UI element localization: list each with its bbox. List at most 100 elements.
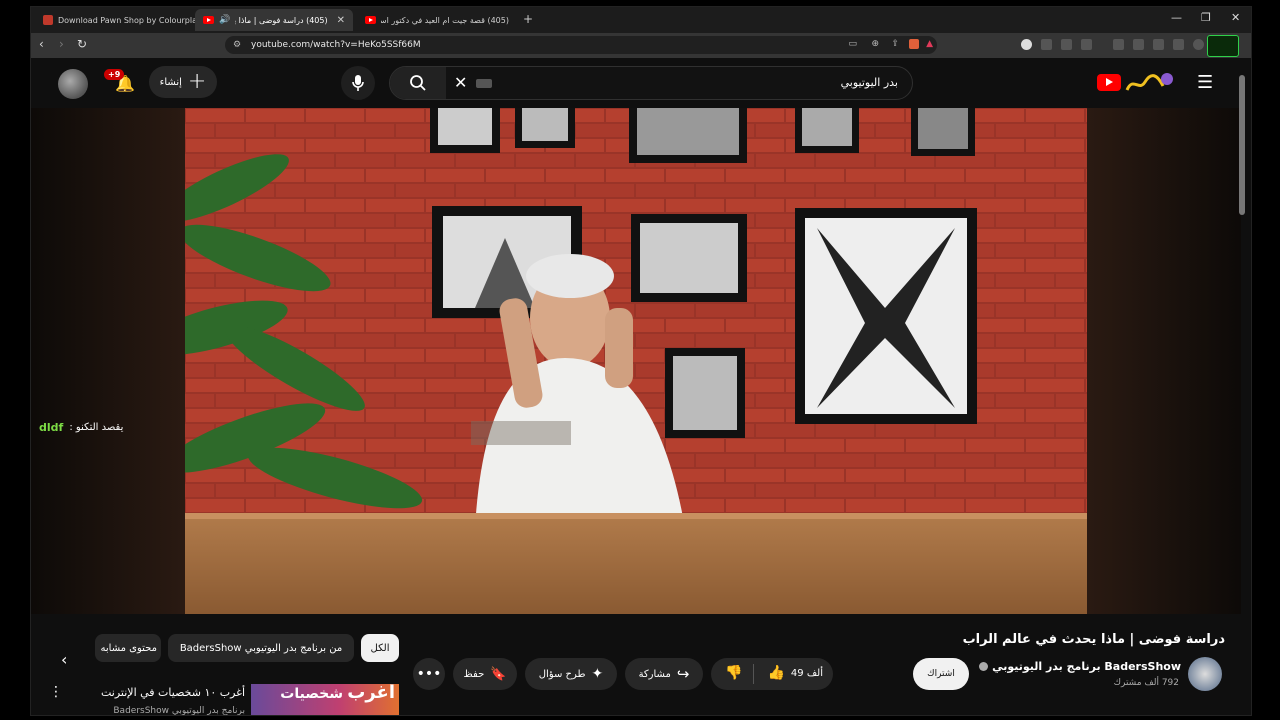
chevron-left-icon[interactable]: ‹: [61, 650, 67, 669]
caption-name: dldf: [39, 420, 64, 434]
url-text: youtube.com/watch?v=HeKo5SSf66M: [251, 40, 421, 50]
subscriber-count: 792 ألف مشترك: [1113, 678, 1179, 688]
keyboard-icon[interactable]: [476, 79, 492, 88]
extension-icon[interactable]: [1173, 39, 1184, 50]
plus-icon: +: [187, 69, 207, 94]
channel-name-row[interactable]: BadersShow برنامج بدر اليوتيوبي: [979, 660, 1181, 673]
close-window-icon[interactable]: ✕: [1231, 11, 1240, 24]
sidebar-icon[interactable]: [1133, 39, 1144, 50]
ask-button[interactable]: طرح سؤال ✦: [525, 658, 617, 690]
like-dislike-group: 👍 49 ألف 👎: [711, 658, 833, 690]
extension-icon[interactable]: [1081, 39, 1092, 50]
search-input[interactable]: بدر اليوتيوبي: [841, 76, 898, 89]
bookmark-icon: 🔖: [490, 666, 507, 682]
tab-title: (405) قصة جيت ام العيد في دكتور استا: [381, 15, 509, 25]
more-horizontal-icon: •••: [416, 666, 442, 682]
channel-avatar[interactable]: [1188, 657, 1222, 691]
chip-all[interactable]: الكل: [361, 634, 399, 662]
like-button[interactable]: 👍 49 ألف: [767, 665, 823, 681]
tab-other-video[interactable]: (405) قصة جيت ام العيد في دكتور استا: [357, 9, 517, 31]
ask-label: طرح سؤال: [538, 668, 586, 680]
voice-search-button[interactable]: [341, 66, 375, 100]
tab-pawn-shop[interactable]: Download Pawn Shop by Colourplay: [35, 9, 195, 31]
related-video-thumbnail[interactable]: أغرب شخصيات: [251, 684, 399, 715]
zoom-icon[interactable]: ⊕: [871, 39, 879, 49]
related-video-channel[interactable]: برنامج بدر اليوتيوبي BadersShow: [113, 706, 245, 715]
tab-current-video[interactable]: 🔊 (405) دراسة فوضى | ماذا يحدث ✕: [195, 9, 353, 31]
navigation-bar: ‹ › ↻ ⚙ youtube.com/watch?v=HeKo5SSf66M …: [31, 33, 1251, 58]
rewards-icon[interactable]: ▲: [926, 39, 933, 49]
create-label: إنشاء: [159, 76, 182, 88]
channel-brand-logo-icon: [1125, 73, 1173, 91]
video-still-image: [185, 108, 1087, 614]
thumbs-up-icon: 👍: [767, 665, 785, 681]
puzzle-icon[interactable]: [1061, 39, 1072, 50]
share-icon[interactable]: ⇪: [891, 39, 899, 49]
search-box[interactable]: ✕ بدر اليوتيوبي: [389, 66, 913, 100]
site-favicon-icon: [43, 15, 53, 25]
youtube-masthead: 🔔 +9 إنشاء + ✕ بدر اليوتيوبي ☰: [31, 58, 1251, 108]
new-tab-button[interactable]: +: [523, 12, 533, 26]
video-player[interactable]: يقصد التكنو : dldf: [31, 108, 1241, 614]
thumb-text: أغرب: [347, 684, 395, 703]
video-details: دراسة فوضى | ماذا يحدث في عالم الراب Bad…: [31, 614, 1251, 715]
tab-strip: Download Pawn Shop by Colourplay 🔊 (405)…: [31, 7, 1251, 33]
extension-icon[interactable]: [1041, 39, 1052, 50]
related-video-title[interactable]: أغرب ١٠ شخصيات في الإنترنت: [101, 686, 245, 699]
chip-from-channel[interactable]: من برنامج بدر اليوتيوبي BadersShow: [168, 634, 354, 662]
restore-icon[interactable]: ❐: [1201, 11, 1211, 24]
youtube-favicon-icon: [203, 16, 214, 24]
share-arrow-icon: ↪: [676, 665, 690, 683]
vpn-icon[interactable]: [1193, 39, 1204, 50]
address-bar[interactable]: ⚙ youtube.com/watch?v=HeKo5SSf66M ▭ ⊕ ⇪ …: [225, 36, 937, 54]
video-frame: [185, 108, 1087, 614]
thumbs-down-icon[interactable]: 👎: [725, 665, 742, 681]
kick-extension-icon[interactable]: [1207, 35, 1239, 57]
extension-icon[interactable]: [1021, 39, 1032, 50]
tab-title: (405) دراسة فوضى | ماذا يحدث: [235, 15, 328, 25]
youtube-logo-icon[interactable]: [1097, 74, 1121, 91]
cast-icon[interactable]: ▭: [848, 39, 857, 49]
youtube-favicon-icon: [365, 16, 376, 24]
create-button[interactable]: إنشاء +: [149, 66, 217, 98]
music-icon[interactable]: [1113, 39, 1124, 50]
forward-icon[interactable]: ›: [59, 37, 64, 51]
subscribe-button[interactable]: اشتراك: [913, 658, 969, 690]
clear-search-icon[interactable]: ✕: [454, 73, 467, 92]
site-info-icon[interactable]: ⚙: [233, 40, 241, 50]
caption-speaker: يقصد التكنو :: [69, 421, 124, 433]
save-label: حفظ: [463, 668, 485, 680]
close-tab-icon[interactable]: ✕: [337, 15, 345, 26]
sparkle-icon: ✦: [591, 666, 604, 682]
page-scrollbar[interactable]: [1239, 75, 1245, 215]
player-letterbox-left: [31, 108, 185, 614]
share-button[interactable]: مشاركة ↪: [625, 658, 703, 690]
hamburger-menu-icon[interactable]: ☰: [1197, 72, 1213, 93]
wallet-icon[interactable]: [1153, 39, 1164, 50]
share-label: مشاركة: [638, 668, 671, 680]
channel-name: BadersShow برنامج بدر اليوتيوبي: [992, 660, 1181, 673]
speaker-icon: 🔊: [219, 15, 231, 25]
search-button[interactable]: [390, 67, 446, 99]
microphone-icon: [352, 75, 364, 91]
like-count: 49 ألف: [790, 667, 823, 679]
verified-icon: [979, 662, 989, 671]
chip-related[interactable]: محتوى مشابه: [95, 634, 161, 662]
notification-badge: +9: [104, 69, 125, 80]
thumb-text: شخصيات: [280, 686, 343, 702]
search-icon: [410, 75, 426, 91]
back-icon[interactable]: ‹: [39, 37, 44, 51]
brave-shield-icon[interactable]: [909, 39, 919, 49]
save-button[interactable]: حفظ 🔖: [453, 658, 517, 690]
caption-background: [471, 421, 571, 445]
more-vertical-icon[interactable]: ⋮: [49, 684, 63, 700]
avatar[interactable]: [58, 69, 88, 99]
minimize-icon[interactable]: —: [1171, 11, 1182, 24]
browser-window: Download Pawn Shop by Colourplay 🔊 (405)…: [30, 6, 1252, 716]
live-caption: يقصد التكنو : dldf: [39, 418, 123, 436]
divider: [753, 664, 754, 684]
tab-title: Download Pawn Shop by Colourplay: [58, 15, 195, 25]
reload-icon[interactable]: ↻: [77, 37, 87, 51]
video-title: دراسة فوضى | ماذا يحدث في عالم الراب: [962, 632, 1225, 647]
more-actions-button[interactable]: •••: [413, 658, 445, 690]
